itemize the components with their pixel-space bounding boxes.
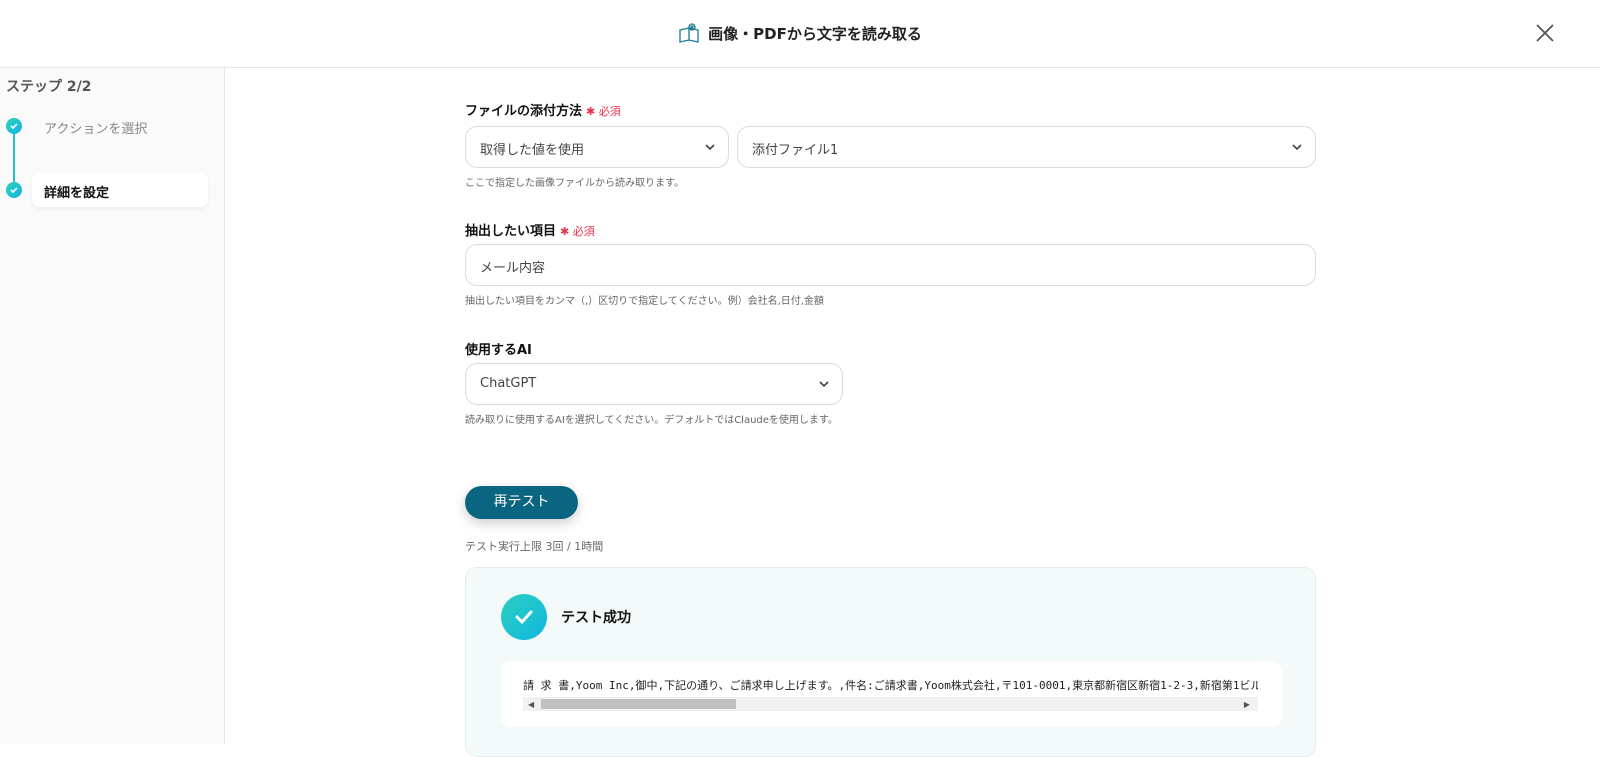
step-connector — [13, 126, 15, 190]
result-text: 請 求 書,Yoom Inc,御中,下記の通り、ご請求申し上げます。,件名:ご請… — [523, 679, 1258, 692]
test-result-panel: テスト成功 請 求 書,Yoom Inc,御中,下記の通り、ご請求申し上げます。… — [465, 567, 1316, 757]
attach-method-select[interactable]: 取得した値を使用 — [465, 126, 729, 168]
sidebar: ステップ 2/2 アクションを選択 詳細を設定 — [0, 68, 225, 744]
sidebar-step-select-action[interactable]: アクションを選択 — [44, 118, 147, 137]
items-label: 抽出したい項目 ✱ 必須 — [465, 224, 595, 239]
scrollbar-thumb[interactable] — [541, 699, 736, 709]
step-counter: ステップ 2/2 — [6, 79, 92, 95]
items-input[interactable]: メール内容 — [465, 244, 1316, 286]
chevron-down-icon — [819, 381, 829, 388]
horizontal-scrollbar[interactable]: ◀ ▶ — [523, 697, 1258, 711]
book-icon — [679, 22, 699, 43]
items-help: 抽出したい項目をカンマ（,）区切りで指定してください。例）会社名,日付,金額 — [465, 296, 824, 307]
ai-label: 使用するAI — [465, 343, 532, 358]
check-icon — [6, 118, 22, 134]
close-icon[interactable] — [1532, 20, 1558, 46]
success-check-icon — [501, 594, 547, 640]
scroll-right-icon[interactable]: ▶ — [1244, 700, 1250, 709]
attach-file-select[interactable]: 添付ファイル1 — [737, 126, 1316, 168]
sidebar-step-details[interactable]: 詳細を設定 — [32, 173, 208, 207]
check-icon — [6, 182, 22, 198]
header: 画像・PDFから文字を読み取る — [0, 0, 1600, 68]
success-title: テスト成功 — [561, 610, 631, 626]
title-text: 画像・PDFから文字を読み取る — [708, 25, 922, 43]
attach-help: ここで指定した画像ファイルから読み取ります。 — [465, 178, 684, 189]
attach-label: ファイルの添付方法 ✱ 必須 — [465, 104, 621, 119]
result-box: 請 求 書,Yoom Inc,御中,下記の通り、ご請求申し上げます。,件名:ご請… — [501, 661, 1282, 727]
ai-help: 読み取りに使用するAIを選択してください。デフォルトではClaudeを使用します… — [465, 415, 838, 426]
test-limit: テスト実行上限 3回 / 1時間 — [465, 540, 604, 553]
retest-button[interactable]: 再テスト — [465, 486, 578, 519]
chevron-down-icon — [1292, 144, 1302, 151]
chevron-down-icon — [705, 144, 715, 151]
scroll-left-icon[interactable]: ◀ — [528, 700, 534, 709]
page-title: 画像・PDFから文字を読み取る — [678, 22, 922, 45]
ai-select[interactable]: ChatGPT — [465, 363, 843, 405]
